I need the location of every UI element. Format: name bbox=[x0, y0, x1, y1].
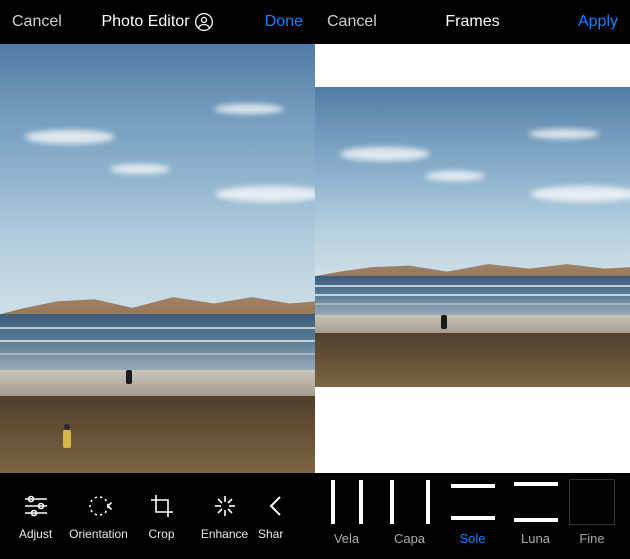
frame-top-bar bbox=[315, 44, 630, 87]
frame-option-fine[interactable]: Fine bbox=[567, 479, 617, 546]
frames-title-text: Frames bbox=[445, 13, 499, 31]
rotate-icon bbox=[84, 491, 114, 521]
tool-label: Shar bbox=[258, 527, 283, 541]
frame-label: Capa bbox=[394, 531, 425, 546]
frames-pane: Cancel Frames Apply bbox=[315, 0, 630, 559]
user-icon[interactable] bbox=[194, 12, 214, 32]
tool-crop[interactable]: Crop bbox=[130, 491, 193, 541]
crop-icon bbox=[147, 491, 177, 521]
tool-sharpen[interactable]: Shar bbox=[256, 491, 296, 541]
frame-option-capa[interactable]: Capa bbox=[378, 479, 441, 546]
app-root: Cancel Photo Editor Done bbox=[0, 0, 630, 559]
tool-label: Enhance bbox=[201, 527, 248, 541]
frame-label: Sole bbox=[459, 531, 485, 546]
frame-label: Fine bbox=[579, 531, 604, 546]
sliders-icon bbox=[21, 491, 51, 521]
editor-canvas[interactable] bbox=[0, 44, 315, 473]
tool-adjust[interactable]: Adjust bbox=[4, 491, 67, 541]
frame-option-luna[interactable]: Luna bbox=[504, 479, 567, 546]
cancel-button[interactable]: Cancel bbox=[327, 13, 377, 31]
tool-label: Adjust bbox=[19, 527, 52, 541]
apply-button[interactable]: Apply bbox=[578, 13, 618, 31]
editor-toolbar: Adjust Orientation Crop Enhance bbox=[0, 473, 315, 559]
cancel-button[interactable]: Cancel bbox=[12, 13, 62, 31]
editor-header: Cancel Photo Editor Done bbox=[0, 0, 315, 44]
frames-header: Cancel Frames Apply bbox=[315, 0, 630, 44]
tool-enhance[interactable]: Enhance bbox=[193, 491, 256, 541]
frame-thumb-icon bbox=[513, 479, 559, 525]
frame-option-vela[interactable]: Vela bbox=[315, 479, 378, 546]
photo-preview bbox=[0, 44, 315, 473]
frame-thumb-icon bbox=[569, 479, 615, 525]
editor-title-text: Photo Editor bbox=[101, 13, 189, 31]
frame-option-sole[interactable]: Sole bbox=[441, 479, 504, 546]
frames-canvas[interactable] bbox=[315, 44, 630, 473]
tool-orientation[interactable]: Orientation bbox=[67, 491, 130, 541]
frame-preview bbox=[315, 44, 630, 473]
tool-label: Orientation bbox=[69, 527, 128, 541]
frame-thumb-icon bbox=[387, 479, 433, 525]
done-button[interactable]: Done bbox=[265, 13, 303, 31]
frame-label: Vela bbox=[334, 531, 359, 546]
editor-pane: Cancel Photo Editor Done bbox=[0, 0, 315, 559]
frames-toolbar: Vela Capa Sole Luna Fine bbox=[315, 473, 630, 559]
chevron-left-icon bbox=[261, 491, 291, 521]
wand-icon bbox=[210, 491, 240, 521]
frame-thumb-icon bbox=[450, 479, 496, 525]
frame-label: Luna bbox=[521, 531, 550, 546]
frame-bottom-bar bbox=[315, 387, 630, 473]
frame-thumb-icon bbox=[324, 479, 370, 525]
tool-label: Crop bbox=[148, 527, 174, 541]
